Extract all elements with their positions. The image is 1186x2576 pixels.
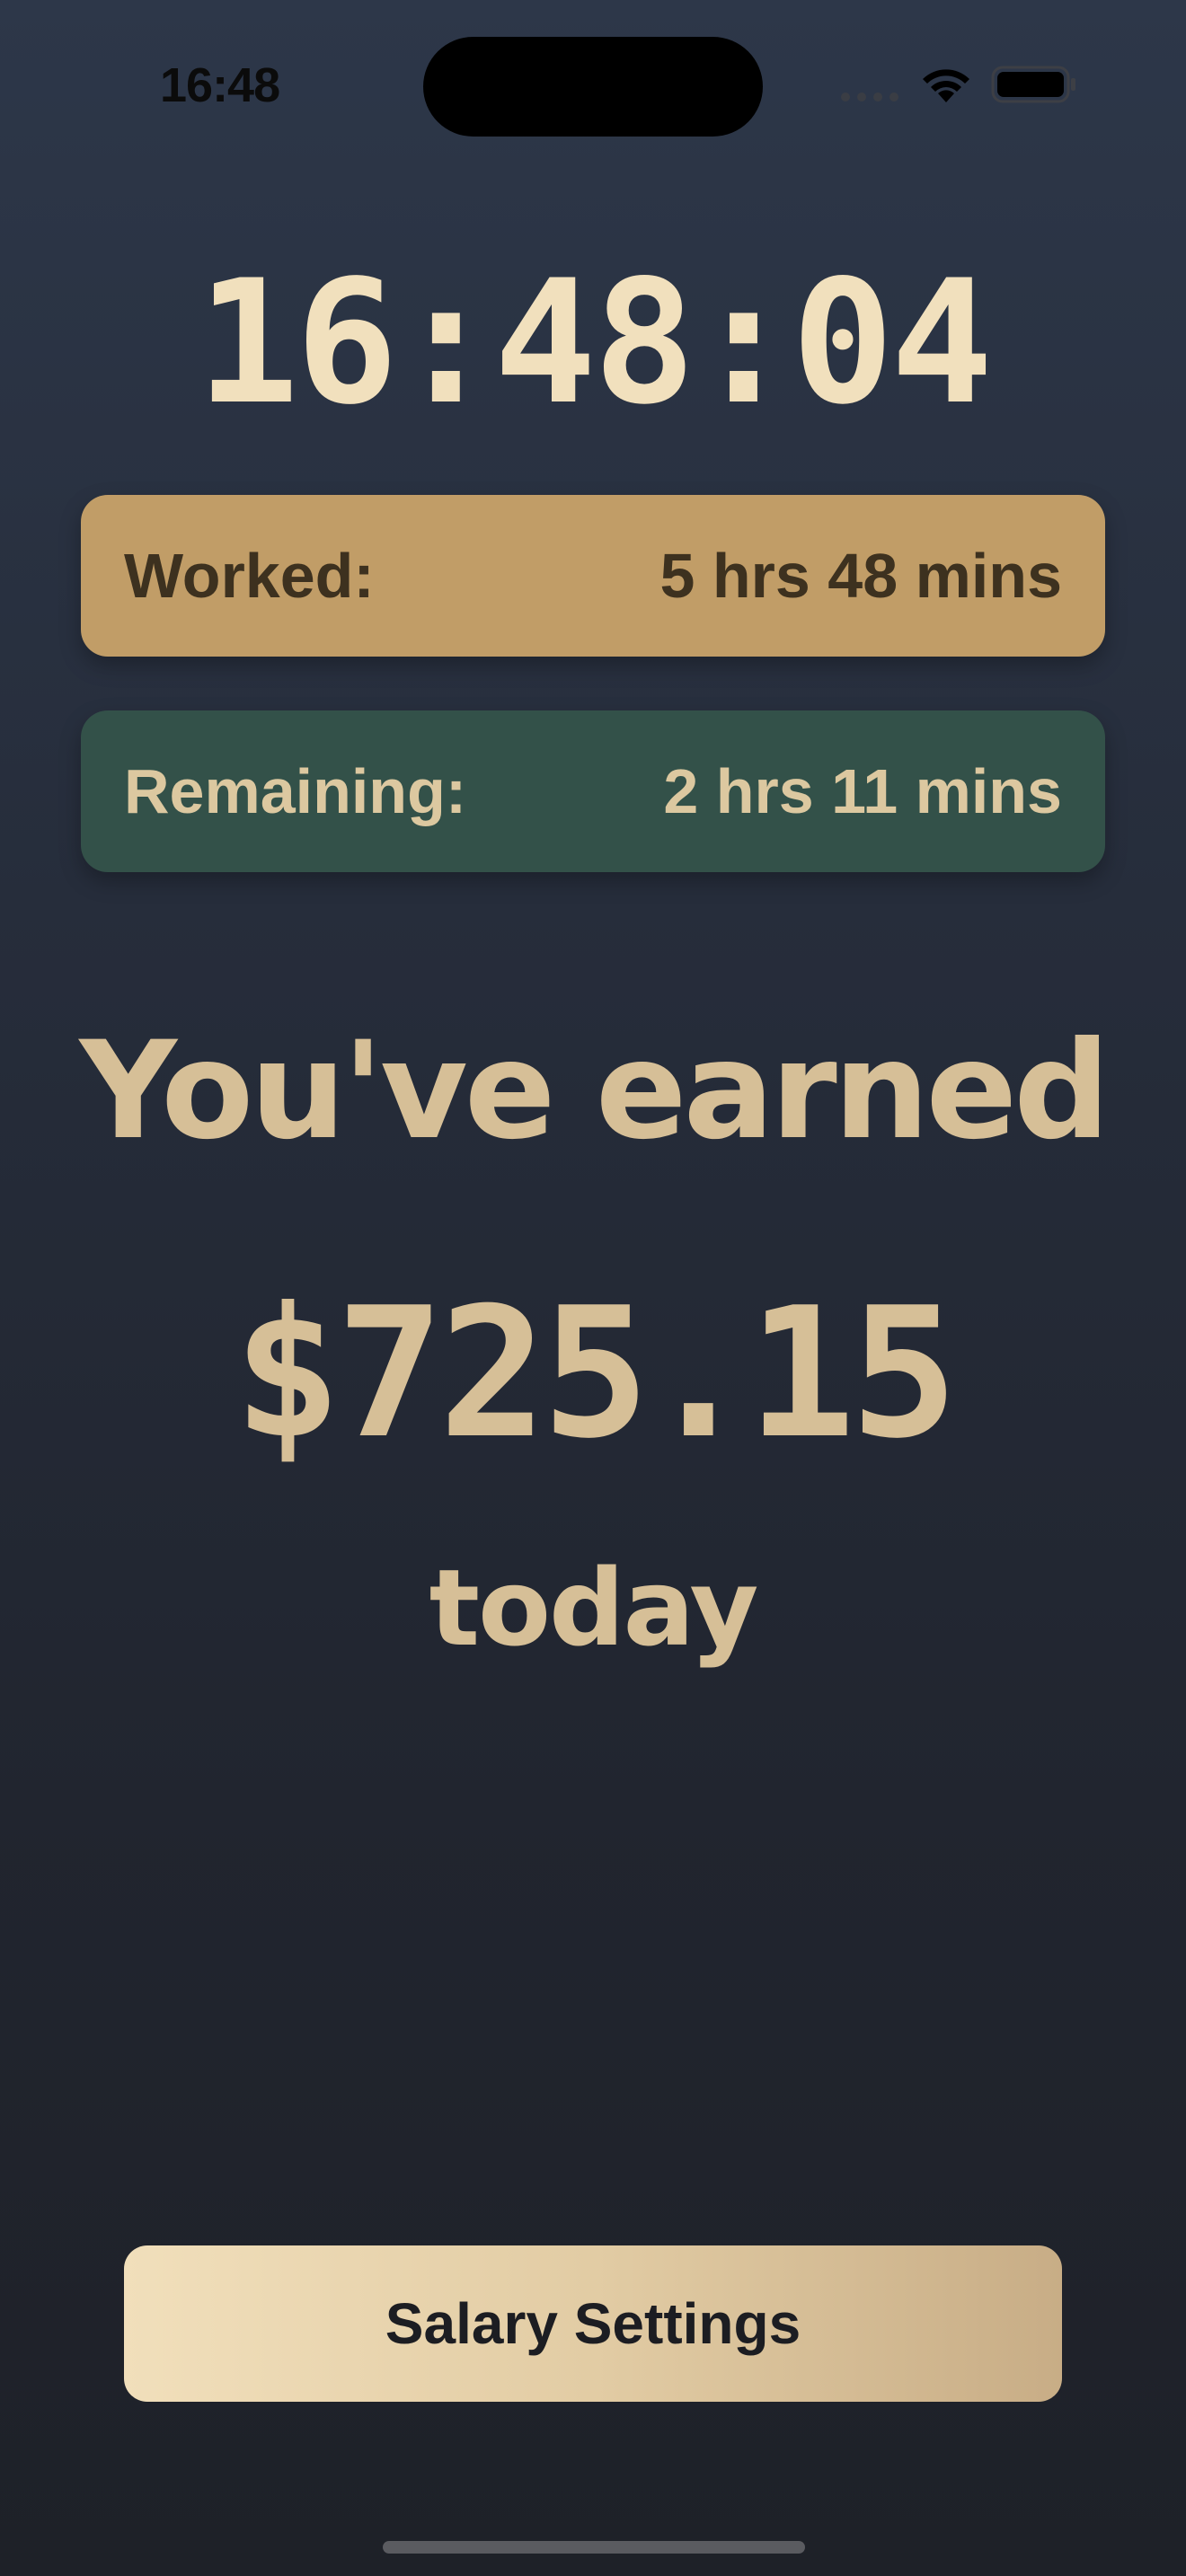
remaining-label: Remaining: xyxy=(124,756,467,826)
dynamic-island xyxy=(423,37,763,137)
home-indicator[interactable] xyxy=(383,2541,805,2554)
remaining-value: 2 hrs 11 mins xyxy=(663,756,1062,826)
status-bar-time: 16:48 xyxy=(160,58,280,112)
earnings-heading: You've earned xyxy=(79,1013,1110,1169)
worked-card: Worked: 5 hrs 48 mins xyxy=(81,495,1105,657)
earnings-period: today xyxy=(429,1546,759,1670)
wifi-icon xyxy=(923,69,969,102)
current-time-clock: 16:48:04 xyxy=(196,243,993,442)
earnings-amount: $725.15 xyxy=(233,1269,959,1478)
worked-label: Worked: xyxy=(124,541,375,611)
salary-settings-button[interactable]: Salary Settings xyxy=(124,2245,1062,2402)
battery-icon xyxy=(991,66,1075,103)
worked-value: 5 hrs 48 mins xyxy=(659,541,1062,611)
remaining-card: Remaining: 2 hrs 11 mins xyxy=(81,710,1105,872)
signal-icon xyxy=(841,93,898,101)
